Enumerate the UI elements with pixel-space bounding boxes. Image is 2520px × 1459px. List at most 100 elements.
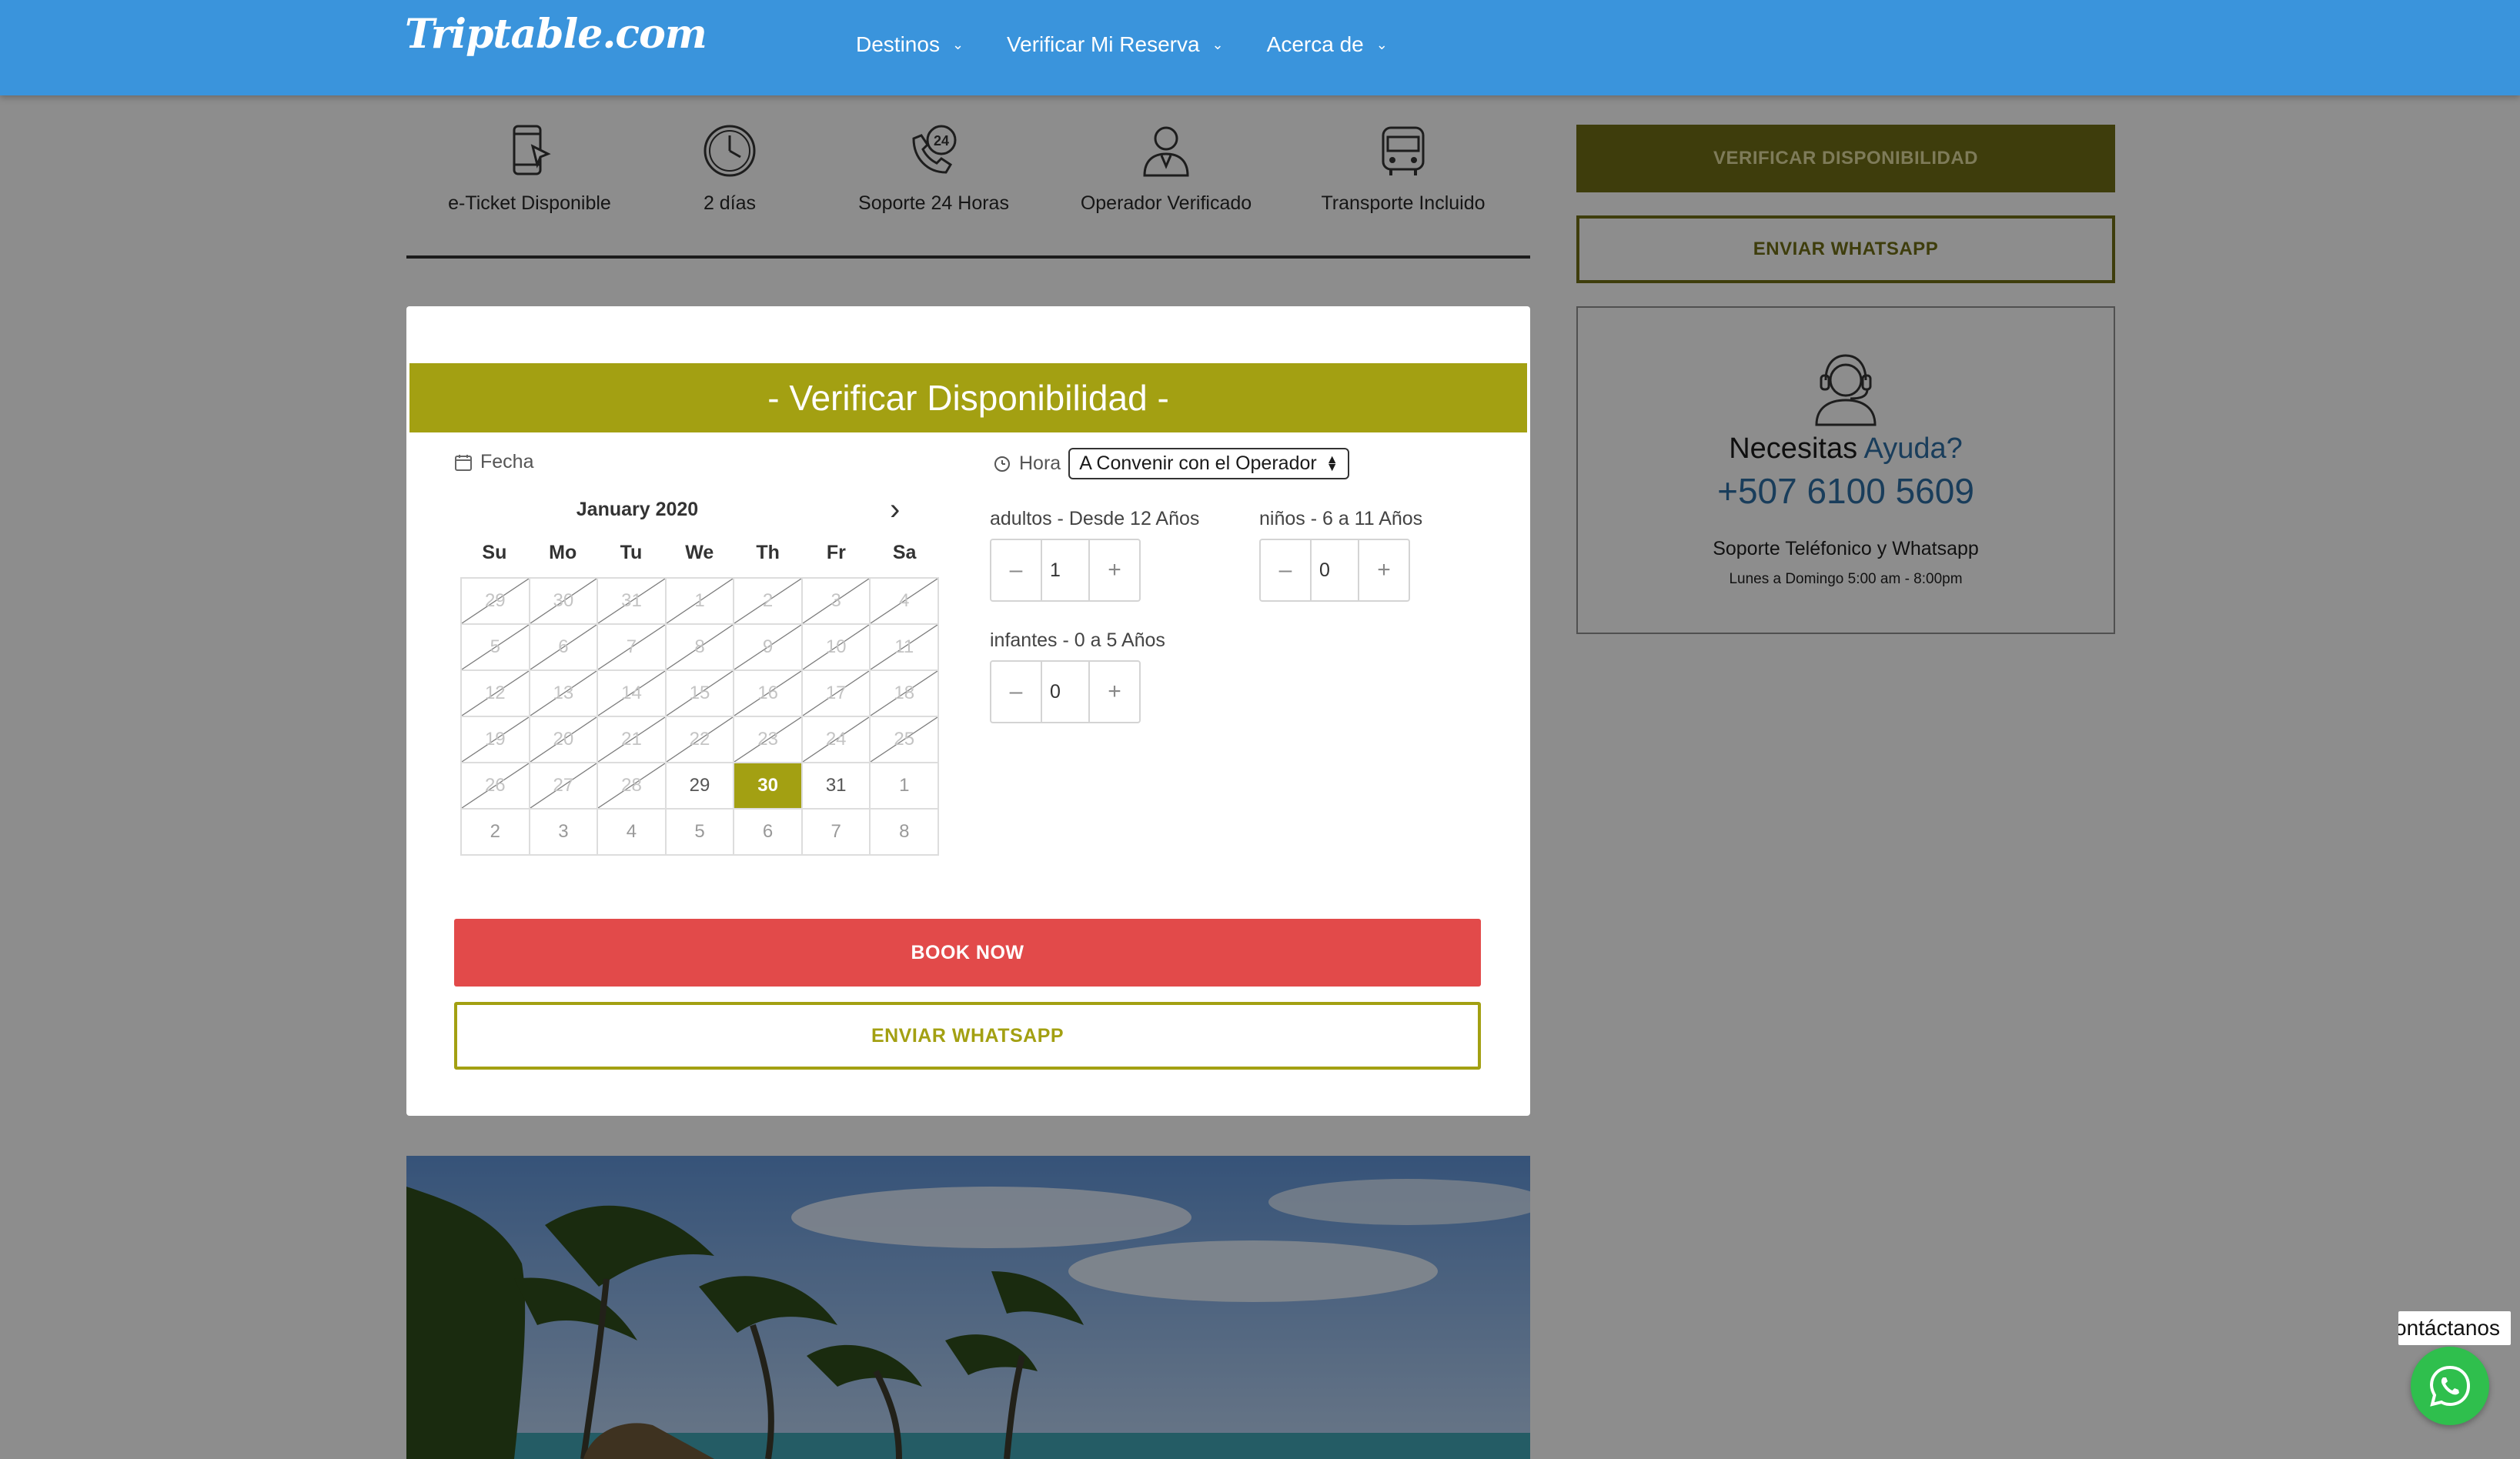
nav-destinos[interactable]: Destinos ⌄ xyxy=(856,32,964,57)
headset-icon xyxy=(1815,354,1877,426)
weekday-label: Mo xyxy=(549,542,577,563)
help-title-prefix: Necesitas xyxy=(1729,432,1858,465)
booking-title: - Verificar Disponibilidad - xyxy=(409,363,1527,432)
features-row: e-Ticket Disponible 2 días 24 Soporte 24… xyxy=(406,115,1530,259)
booking-card: - Verificar Disponibilidad - Fecha Janua… xyxy=(406,306,1530,1116)
calendar-day: 2 xyxy=(734,579,803,625)
weekday-label: We xyxy=(685,542,714,563)
nav-verificar-reserva[interactable]: Verificar Mi Reserva ⌄ xyxy=(1007,32,1224,57)
mobile-ticket-icon xyxy=(513,125,551,175)
calendar-day: 23 xyxy=(734,717,803,763)
calendar-day[interactable]: 31 xyxy=(802,763,871,810)
feature-label: e-Ticket Disponible xyxy=(448,192,611,214)
calendar-day: 6 xyxy=(734,810,803,856)
calendar-day: 30 xyxy=(530,579,599,625)
children-increment-button[interactable]: + xyxy=(1359,540,1409,600)
calendar-day-selected[interactable]: 30 xyxy=(734,763,803,810)
calendar-day: 4 xyxy=(871,579,940,625)
site-logo[interactable]: Triptable.com xyxy=(405,11,707,58)
feature-label: Operador Verificado xyxy=(1080,192,1252,214)
whatsapp-chat-button[interactable] xyxy=(2411,1347,2489,1425)
calendar-week-row: 5 6 7 8 9 10 11 xyxy=(462,625,940,671)
clock-icon xyxy=(994,456,1010,472)
children-decrement-button[interactable]: – xyxy=(1261,540,1310,600)
top-navbar: Triptable.com Destinos ⌄ Verificar Mi Re… xyxy=(0,0,2520,95)
calendar-day: 14 xyxy=(598,671,667,717)
feature-duration: 2 días xyxy=(653,123,807,215)
booking-whatsapp-button[interactable]: ENVIAR WHATSAPP xyxy=(454,1002,1481,1070)
calendar-week-row: 19 20 21 22 23 24 25 xyxy=(462,717,940,763)
calendar-day: 9 xyxy=(734,625,803,671)
weekday-header-row: Su Mo Tu We Th Fr Sa xyxy=(460,542,939,577)
calendar-day: 27 xyxy=(530,763,599,810)
help-card: Necesitas Ayuda? +507 6100 5609 Soporte … xyxy=(1576,306,2115,634)
calendar-day: 25 xyxy=(871,717,940,763)
feature-label: 2 días xyxy=(703,192,757,214)
calendar-icon xyxy=(455,454,472,471)
calendar-day: 29 xyxy=(462,579,530,625)
calendar-day: 22 xyxy=(666,717,735,763)
weekday-label: Sa xyxy=(892,542,917,563)
beach-palm-image xyxy=(406,1156,1530,1459)
chevron-right-icon[interactable]: › xyxy=(890,492,900,527)
adults-value[interactable]: 1 xyxy=(1041,540,1090,600)
infants-label: infantes - 0 a 5 Años xyxy=(990,629,1165,651)
help-title: Necesitas Ayuda? xyxy=(1578,432,2114,466)
adults-decrement-button[interactable]: – xyxy=(991,540,1041,600)
calendar-day: 3 xyxy=(802,579,871,625)
infants-increment-button[interactable]: + xyxy=(1090,662,1139,722)
book-now-button[interactable]: BOOK NOW xyxy=(454,919,1481,987)
main-nav: Destinos ⌄ Verificar Mi Reserva ⌄ Acerca… xyxy=(856,32,1431,57)
infants-value[interactable]: 0 xyxy=(1041,662,1090,722)
adults-stepper: – 1 + xyxy=(990,539,1141,602)
calendar-day: 17 xyxy=(802,671,871,717)
select-arrows-icon: ▲ ▼ xyxy=(1325,452,1339,474)
feature-transport: Transporte Incluido xyxy=(1299,123,1507,215)
calendar-days: 29 30 31 1 2 3 4 5 6 7 8 9 10 11 12 13 14 15 16 17 18 19 20 21 2… xyxy=(460,577,940,856)
calendar-day: 2 xyxy=(462,810,530,856)
whatsapp-icon xyxy=(2429,1365,2471,1407)
calendar-day: 4 xyxy=(598,810,667,856)
help-phone-link[interactable]: +507 6100 5609 xyxy=(1578,470,2114,512)
children-label: niños - 6 a 11 Años xyxy=(1259,508,1423,529)
help-subtitle: Soporte Teléfonico y Whatsapp xyxy=(1713,538,1979,559)
nav-acerca-de[interactable]: Acerca de ⌄ xyxy=(1267,32,1388,57)
weekday-label: Th xyxy=(756,542,780,563)
weekday-label: Tu xyxy=(620,542,643,563)
calendar-day: 18 xyxy=(871,671,940,717)
calendar-day: 15 xyxy=(666,671,735,717)
feature-eticket: e-Ticket Disponible xyxy=(439,123,620,215)
calendar-day: 6 xyxy=(530,625,599,671)
adults-increment-button[interactable]: + xyxy=(1090,540,1139,600)
infants-decrement-button[interactable]: – xyxy=(991,662,1041,722)
calendar-day[interactable]: 29 xyxy=(666,763,735,810)
weekday-label: Su xyxy=(482,542,507,563)
calendar-day: 13 xyxy=(530,671,599,717)
calendar-day: 20 xyxy=(530,717,599,763)
verify-availability-button[interactable]: VERIFICAR DISPONIBILIDAD xyxy=(1576,125,2115,192)
nav-acerca-label: Acerca de xyxy=(1266,32,1364,56)
date-label: Fecha xyxy=(454,451,533,473)
sidebar-whatsapp-button[interactable]: ENVIAR WHATSAPP xyxy=(1576,215,2115,283)
clock-icon xyxy=(704,125,756,177)
time-select[interactable]: A Convenir con el Operador ▲ ▼ xyxy=(1068,448,1349,479)
phone-24-icon: 24 xyxy=(912,125,957,174)
date-label-text: Fecha xyxy=(480,451,534,472)
tour-photo xyxy=(406,1156,1530,1459)
chevron-down-icon: ⌄ xyxy=(951,36,964,52)
calendar-day: 1 xyxy=(666,579,735,625)
calendar-day: 19 xyxy=(462,717,530,763)
calendar-day: 21 xyxy=(598,717,667,763)
feature-label: Soporte 24 Horas xyxy=(858,192,1009,214)
calendar-day: 16 xyxy=(734,671,803,717)
calendar-month-title: January 2020 xyxy=(576,499,699,520)
calendar-day: 26 xyxy=(462,763,530,810)
calendar-day: 5 xyxy=(462,625,530,671)
time-label: Hora xyxy=(1019,452,1061,474)
children-value[interactable]: 0 xyxy=(1310,540,1359,600)
feature-label: Transporte Incluido xyxy=(1321,192,1486,214)
whatsapp-tooltip: Contáctanos xyxy=(2398,1311,2511,1345)
svg-text:24: 24 xyxy=(934,133,949,149)
calendar-day: 8 xyxy=(666,625,735,671)
calendar-day: 12 xyxy=(462,671,530,717)
